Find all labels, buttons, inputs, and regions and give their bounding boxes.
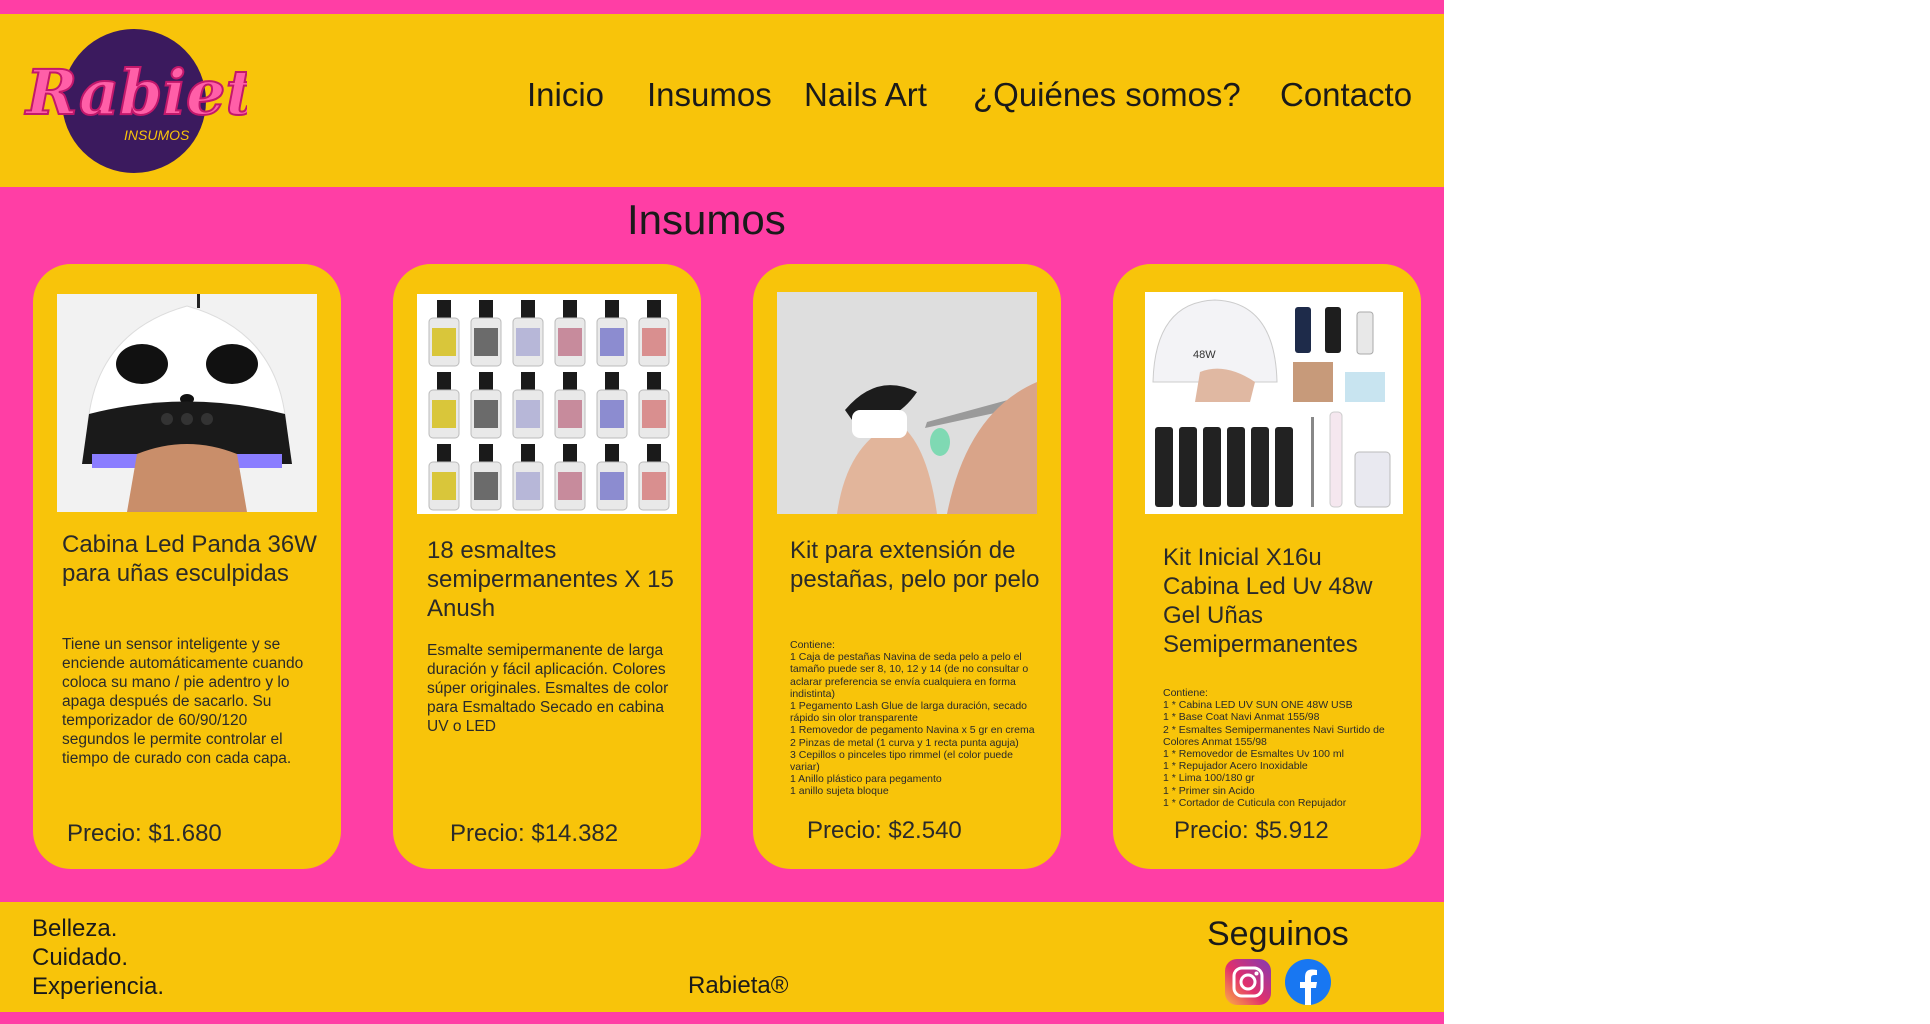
product-image-panda-lamp[interactable]	[57, 294, 317, 512]
footer: Belleza. Cuidado. Experiencia. Rabieta® …	[0, 902, 1444, 1012]
nav-insumos[interactable]: Insumos	[647, 76, 772, 114]
section-title: Insumos	[627, 196, 786, 243]
product-image-eyelash-kit[interactable]	[777, 292, 1037, 514]
product-image-starter-kit[interactable]: 48W	[1145, 292, 1403, 514]
instagram-icon[interactable]	[1224, 958, 1272, 1006]
product-card: 18 esmaltes semipermanentes X 15 Anush E…	[393, 264, 701, 869]
nav-nails-art[interactable]: Nails Art	[804, 76, 927, 114]
tagline-line: Experiencia.	[32, 973, 165, 1000]
product-image-nail-polish[interactable]	[417, 294, 677, 514]
footer-brand: Rabieta®	[688, 972, 789, 999]
header: Rabieta INSUMOS Inicio Insumos Nails Art…	[0, 14, 1444, 187]
product-price: Precio: $5.912	[1174, 817, 1329, 844]
product-card: Cabina Led Panda 36W para uñas esculpida…	[33, 264, 341, 869]
product-title[interactable]: Kit Inicial X16u Cabina Led Uv 48w Gel U…	[1163, 543, 1403, 659]
rabieta-logo[interactable]: Rabieta INSUMOS	[22, 28, 247, 174]
svg-text:INSUMOS: INSUMOS	[124, 127, 190, 143]
product-price: Precio: $14.382	[450, 820, 619, 847]
facebook-icon[interactable]	[1284, 958, 1332, 1006]
footer-tagline: Belleza. Cuidado. Experiencia.	[32, 914, 164, 1001]
svg-text:48W: 48W	[1193, 349, 1216, 361]
nav-quienes-somos[interactable]: ¿Quiénes somos?	[973, 76, 1241, 114]
product-title[interactable]: Kit para extensión de pestañas, pelo por…	[790, 536, 1040, 594]
product-card: Kit para extensión de pestañas, pelo por…	[753, 264, 1061, 869]
product-description: Esmalte semipermanente de larga duración…	[427, 642, 669, 735]
tagline-line: Belleza.	[32, 915, 118, 942]
product-description: Contiene: 1 Caja de pestañas Navina de s…	[790, 639, 1035, 798]
product-price: Precio: $1.680	[67, 820, 222, 847]
follow-label: Seguinos	[1207, 915, 1349, 953]
product-title[interactable]: Cabina Led Panda 36W para uñas esculpida…	[62, 530, 332, 588]
product-description: Tiene un sensor inteligente y se enciend…	[62, 636, 304, 767]
product-price: Precio: $2.540	[807, 817, 962, 844]
product-description: Contiene: 1 * Cabina LED UV SUN ONE 48W …	[1163, 687, 1385, 809]
svg-text:Rabieta: Rabieta	[24, 56, 247, 129]
product-card: 48W Kit Inicial X16u Cabina Led Uv 48w G…	[1113, 264, 1421, 869]
nav-contacto[interactable]: Contacto	[1280, 76, 1412, 114]
tagline-line: Cuidado.	[32, 944, 129, 971]
page: Rabieta INSUMOS Inicio Insumos Nails Art…	[0, 0, 1444, 1024]
nav-inicio[interactable]: Inicio	[527, 76, 604, 114]
top-stripe	[0, 0, 1444, 14]
product-title[interactable]: 18 esmaltes semipermanentes X 15 Anush	[427, 536, 677, 623]
